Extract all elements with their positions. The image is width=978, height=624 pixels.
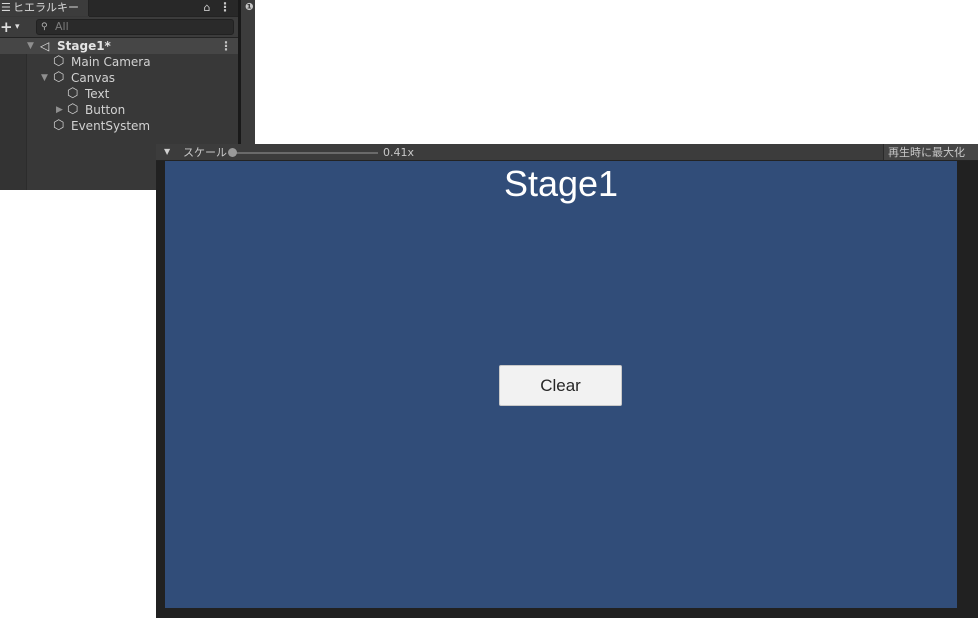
hierarchy-tab-label: ヒエラルキー [13,1,79,14]
gameobject-cube-icon: ⬡ [53,54,65,69]
scale-slider[interactable] [232,152,378,154]
lock-icon[interactable]: ⌂ [202,0,212,16]
maximize-on-play-toggle[interactable]: 再生時に最大化 [883,144,978,160]
game-canvas: Stage1 Clear [165,161,957,608]
expand-arrow-icon[interactable]: ▼ [41,70,48,86]
clear-button[interactable]: Clear [499,365,622,406]
tree-item-main-camera[interactable]: ⬡ Main Camera [0,54,238,70]
scene-name: Stage1* [57,39,111,53]
screen: ☰ヒエラルキー ⌂ ⋮ + ▾ ⚲ ▼ ◁ Stage1* ⋮ ⬡ Main C… [0,0,978,624]
scene-menu-icon[interactable]: ⋮ [220,38,232,54]
tree-item-canvas[interactable]: ▼ ⬡ Canvas [0,70,238,86]
gameobject-cube-icon: ⬡ [53,118,65,133]
search-field[interactable]: ⚲ [36,19,234,35]
info-icon[interactable]: ❶ [245,1,255,15]
chevron-down-icon: ▾ [15,22,20,32]
tree-item-label: Main Camera [71,55,151,69]
tree-item-label: Text [85,87,110,101]
inspector-panel-edge [241,0,255,160]
hierarchy-toolbar: + ▾ ⚲ [0,17,238,38]
scale-label: スケール [183,146,227,159]
tree-item-label: EventSystem [71,119,151,133]
scale-slider-handle[interactable] [228,148,237,157]
expand-arrow-icon[interactable]: ▼ [27,38,34,54]
unity-scene-icon: ◁ [40,39,50,53]
scene-row[interactable]: ▼ ◁ Stage1* ⋮ [0,38,238,54]
search-icon: ⚲ [41,22,48,32]
add-object-button[interactable]: + ▾ [0,18,28,36]
scale-value: 0.41x [383,146,415,159]
gameobject-cube-icon: ⬡ [67,102,79,117]
tree-item-text[interactable]: ⬡ Text [0,86,238,102]
list-icon: ☰ [1,1,11,14]
chevron-down-icon[interactable]: ▼ [164,144,170,160]
search-input[interactable] [55,20,225,34]
gameobject-cube-icon: ⬡ [53,70,65,85]
collapse-arrow-icon[interactable]: ▶ [56,102,63,118]
stage-title-text: Stage1 [503,163,619,204]
tree-item-label: Canvas [71,71,116,85]
tree-item-eventsystem[interactable]: ⬡ EventSystem [0,118,238,134]
tree-item-label: Button [85,103,126,117]
tab-bar-background [89,0,238,17]
gameobject-cube-icon: ⬡ [67,86,79,101]
plus-icon: + [0,18,13,36]
hierarchy-tab[interactable]: ☰ ヒエラルキー [0,0,89,16]
kebab-menu-icon[interactable]: ⋮ [219,0,231,16]
game-view-toolbar: ▼ スケール 0.41x 再生時に最大化 [156,144,978,161]
tree-item-button[interactable]: ▶ ⬡ Button [0,102,238,118]
